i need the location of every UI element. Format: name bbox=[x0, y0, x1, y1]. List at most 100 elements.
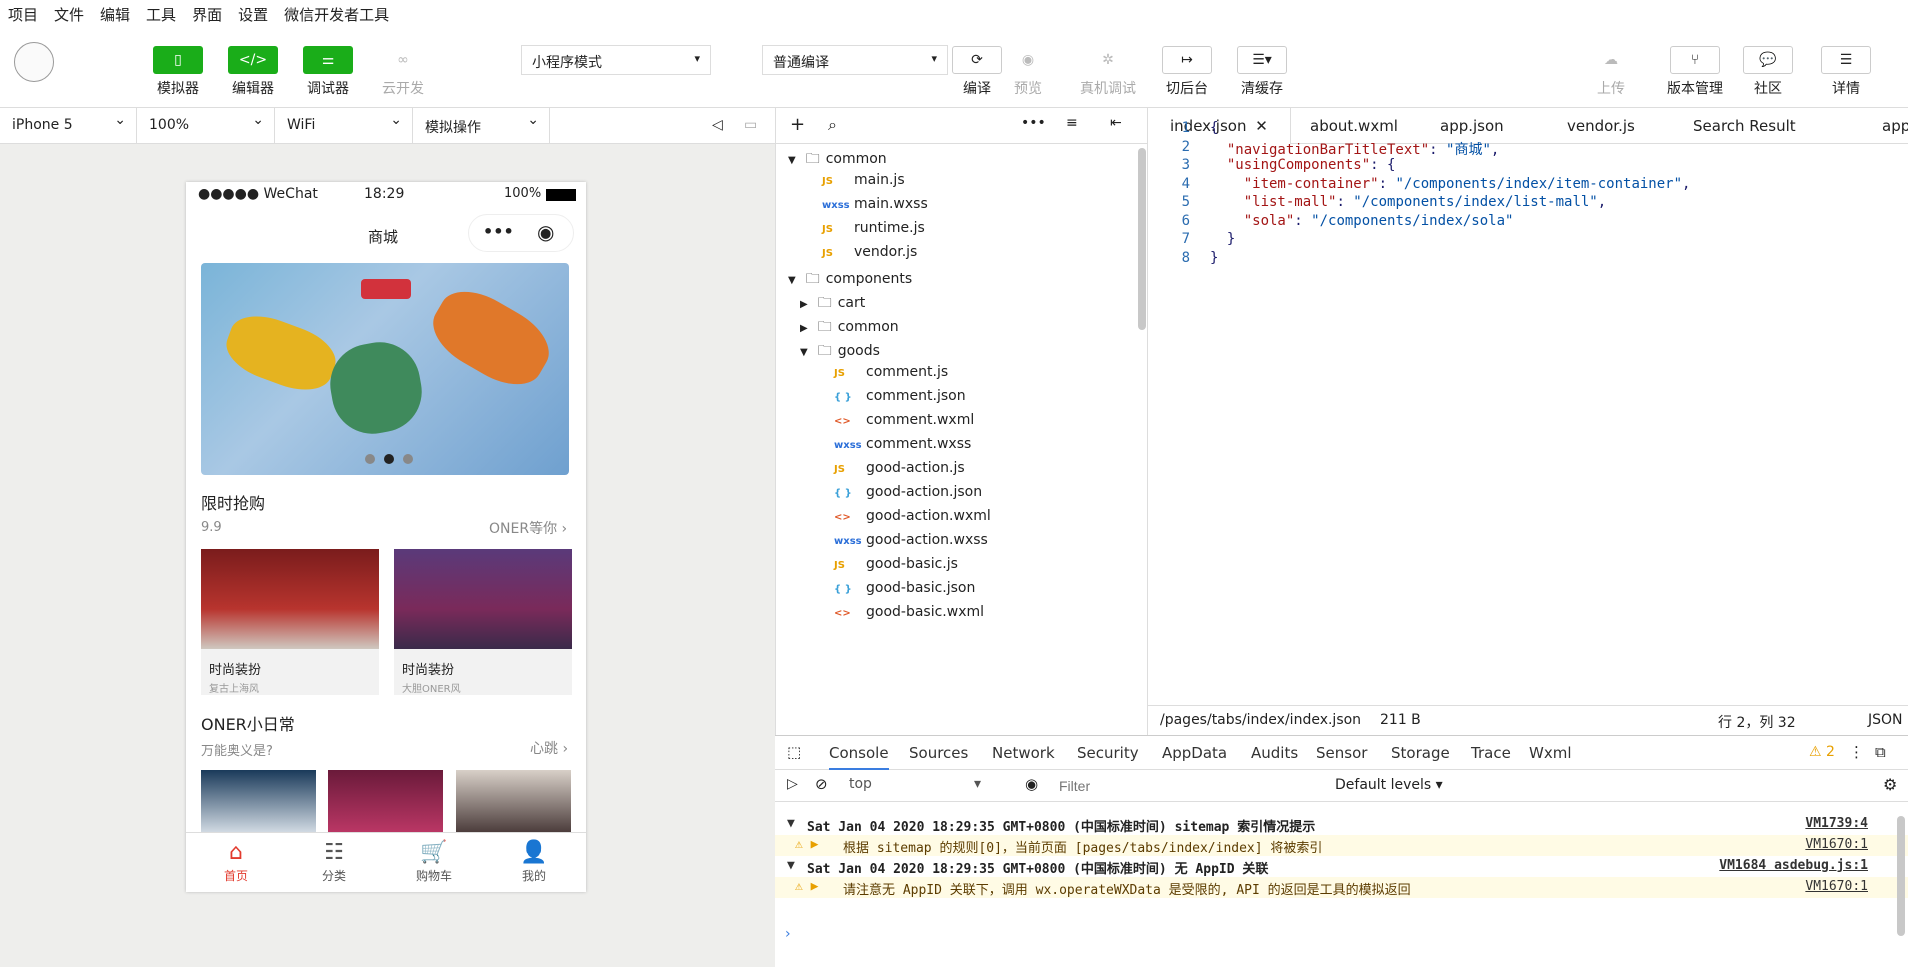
tab-cart[interactable]: 🛒 购物车 bbox=[404, 839, 464, 884]
prompt-icon[interactable]: › bbox=[785, 926, 791, 942]
menu-item-tools[interactable]: 工具 bbox=[146, 4, 176, 25]
dot-1[interactable] bbox=[365, 454, 375, 464]
banner-image[interactable] bbox=[201, 263, 569, 475]
version-button[interactable]: ⑂ 版本管理 bbox=[1659, 46, 1731, 98]
avatar[interactable] bbox=[14, 42, 54, 82]
console-warning[interactable]: ⚠ ▶ 根据 sitemap 的规则[0]，当前页面 [pages/tabs/i… bbox=[775, 835, 1908, 856]
menu-item-view[interactable]: 界面 bbox=[192, 4, 222, 25]
menu-item-edit[interactable]: 编辑 bbox=[100, 4, 130, 25]
tree-file[interactable]: JS runtime.js bbox=[800, 220, 925, 244]
background-button[interactable]: ↦ 切后台 bbox=[1157, 46, 1217, 98]
kebab-icon[interactable]: ⋮ bbox=[1849, 743, 1864, 761]
add-icon[interactable]: + bbox=[790, 114, 805, 135]
tree-file[interactable]: JS good-action.js bbox=[812, 460, 965, 484]
devtools-tab-storage[interactable]: Storage bbox=[1391, 744, 1450, 762]
status-language[interactable]: JSON bbox=[1868, 712, 1903, 728]
code-line[interactable]: "list-mall": "/components/index/list-mal… bbox=[1210, 194, 1606, 210]
tree-file[interactable]: { } comment.json bbox=[812, 388, 966, 412]
tree-file[interactable]: <> good-basic.wxml bbox=[812, 604, 984, 628]
close-app-icon[interactable]: ◉ bbox=[537, 220, 554, 244]
debugger-button[interactable]: ⚌ 调试器 bbox=[298, 46, 358, 98]
chevron-right-icon[interactable]: ▶ bbox=[800, 299, 808, 310]
code-line[interactable]: "item-container": "/components/index/ite… bbox=[1210, 176, 1691, 192]
devtools-tab-sources[interactable]: Sources bbox=[909, 744, 968, 762]
code-line[interactable]: { bbox=[1210, 120, 1218, 136]
device-select[interactable]: iPhone 5 bbox=[0, 108, 137, 144]
code-line[interactable]: "sola": "/components/index/sola" bbox=[1210, 213, 1514, 229]
tree-file[interactable]: <> good-action.wxml bbox=[812, 508, 991, 532]
dock-icon[interactable]: ⧉ bbox=[1875, 743, 1886, 761]
real-debug-button[interactable]: ✲ 真机调试 bbox=[1078, 46, 1138, 98]
devtools-tab-sensor[interactable]: Sensor bbox=[1316, 744, 1367, 762]
source-link[interactable]: VM1670:1 bbox=[1805, 879, 1868, 894]
tree-folder[interactable]: ▼ 🗀 goods bbox=[800, 340, 880, 364]
source-link[interactable]: VM1684 asdebug.js:1 bbox=[1719, 858, 1868, 873]
code-line[interactable]: } bbox=[1210, 250, 1218, 266]
sidebar-toggle-icon[interactable]: ⇤ bbox=[1110, 115, 1122, 131]
simulator-button[interactable]: ▯ 模拟器 bbox=[148, 46, 208, 98]
mode-select[interactable]: 小程序模式 bbox=[521, 45, 711, 75]
console-warning[interactable]: ⚠ ▶ 请注意无 AppID 关联下，调用 wx.operateWXData 是… bbox=[775, 877, 1908, 898]
tab-mine[interactable]: 👤 我的 bbox=[504, 839, 564, 884]
tree-file[interactable]: { } good-action.json bbox=[812, 484, 982, 508]
tree-folder[interactable]: ▼ 🗀 components bbox=[788, 268, 912, 292]
preview-button[interactable]: ◉ 预览 bbox=[998, 46, 1058, 98]
cloud-button[interactable]: ∞ 云开发 bbox=[373, 46, 433, 98]
eye-icon[interactable]: ◉ bbox=[1025, 775, 1038, 793]
close-icon[interactable]: ✕ bbox=[1255, 117, 1268, 135]
tab-app[interactable]: app bbox=[1860, 108, 1908, 144]
community-button[interactable]: 💬 社区 bbox=[1738, 46, 1798, 98]
menu-item-devtools[interactable]: 微信开发者工具 bbox=[284, 4, 389, 25]
code-line[interactable]: "usingComponents": { bbox=[1210, 157, 1396, 173]
clear-cache-button[interactable]: ☰▾ 清缓存 bbox=[1232, 46, 1292, 98]
details-button[interactable]: ☰ 详情 bbox=[1816, 46, 1876, 98]
tab-home[interactable]: ⌂ 首页 bbox=[206, 839, 266, 884]
dot-3[interactable] bbox=[403, 454, 413, 464]
scrollbar[interactable] bbox=[1138, 148, 1146, 330]
tree-file[interactable]: { } good-basic.json bbox=[812, 580, 975, 604]
ops-select[interactable]: 模拟操作 bbox=[413, 108, 550, 144]
tree-folder[interactable]: ▶ 🗀 common bbox=[800, 316, 899, 340]
devtools-tab-audits[interactable]: Audits bbox=[1251, 744, 1298, 762]
editor-button[interactable]: </> 编辑器 bbox=[223, 46, 283, 98]
detach-icon[interactable]: ▭ bbox=[744, 117, 757, 133]
warning-count[interactable]: ⚠ 2 bbox=[1809, 744, 1835, 760]
sidebar-icon[interactable]: ▷ bbox=[787, 776, 798, 792]
levels-select[interactable]: Default levels ▾ bbox=[1335, 777, 1443, 793]
tree-folder[interactable]: ▼ 🗀 common bbox=[788, 148, 887, 172]
tree-file[interactable]: JS main.js bbox=[800, 172, 905, 196]
collapse-icon[interactable]: ≡ bbox=[1066, 115, 1078, 131]
source-link[interactable]: VM1739:4 bbox=[1805, 816, 1868, 831]
tree-file[interactable]: JS comment.js bbox=[812, 364, 948, 388]
daily-image[interactable] bbox=[201, 770, 316, 840]
tree-file[interactable]: wxss good-action.wxss bbox=[812, 532, 988, 556]
tree-file[interactable]: JS good-basic.js bbox=[812, 556, 958, 580]
tree-folder[interactable]: ▶ 🗀 cart bbox=[800, 292, 865, 316]
mute-icon[interactable]: ◁ bbox=[712, 117, 723, 133]
section-more-link[interactable]: ONER等你 › bbox=[489, 518, 567, 538]
tab-search-result[interactable]: Search Result bbox=[1671, 108, 1818, 144]
daily-image[interactable] bbox=[456, 770, 571, 840]
code-line[interactable]: "navigationBarTitleText": "商城", bbox=[1210, 139, 1499, 159]
menu-item-settings[interactable]: 设置 bbox=[238, 4, 268, 25]
scrollbar[interactable] bbox=[1897, 816, 1905, 936]
chevron-down-icon[interactable]: ▼ bbox=[788, 275, 796, 286]
console-group[interactable]: ▼ Sat Jan 04 2020 18:29:35 GMT+0800 (中国标… bbox=[775, 856, 1908, 877]
devtools-tab-security[interactable]: Security bbox=[1077, 744, 1139, 762]
devtools-tab-appdata[interactable]: AppData bbox=[1162, 744, 1227, 762]
tree-file[interactable]: <> comment.wxml bbox=[812, 412, 974, 436]
context-select[interactable]: top ▾ bbox=[849, 776, 999, 792]
chevron-down-icon[interactable]: ▼ bbox=[800, 347, 808, 358]
upload-button[interactable]: ☁ 上传 bbox=[1581, 46, 1641, 98]
menu-item-file[interactable]: 文件 bbox=[54, 4, 84, 25]
code-line[interactable]: } bbox=[1210, 231, 1235, 247]
product-card[interactable]: 时尚装扮 大胆ONER风 bbox=[394, 549, 572, 695]
search-icon[interactable]: ⌕ bbox=[828, 115, 837, 135]
menu-item-project[interactable]: 项目 bbox=[8, 4, 38, 25]
gear-icon[interactable]: ⚙ bbox=[1883, 775, 1897, 794]
filter-input[interactable] bbox=[1053, 775, 1315, 797]
devtools-tab-trace[interactable]: Trace bbox=[1471, 744, 1511, 762]
devtools-tab-console[interactable]: Console bbox=[829, 744, 889, 770]
inspect-icon[interactable]: ⬚ bbox=[787, 743, 801, 761]
devtools-tab-network[interactable]: Network bbox=[992, 744, 1055, 762]
